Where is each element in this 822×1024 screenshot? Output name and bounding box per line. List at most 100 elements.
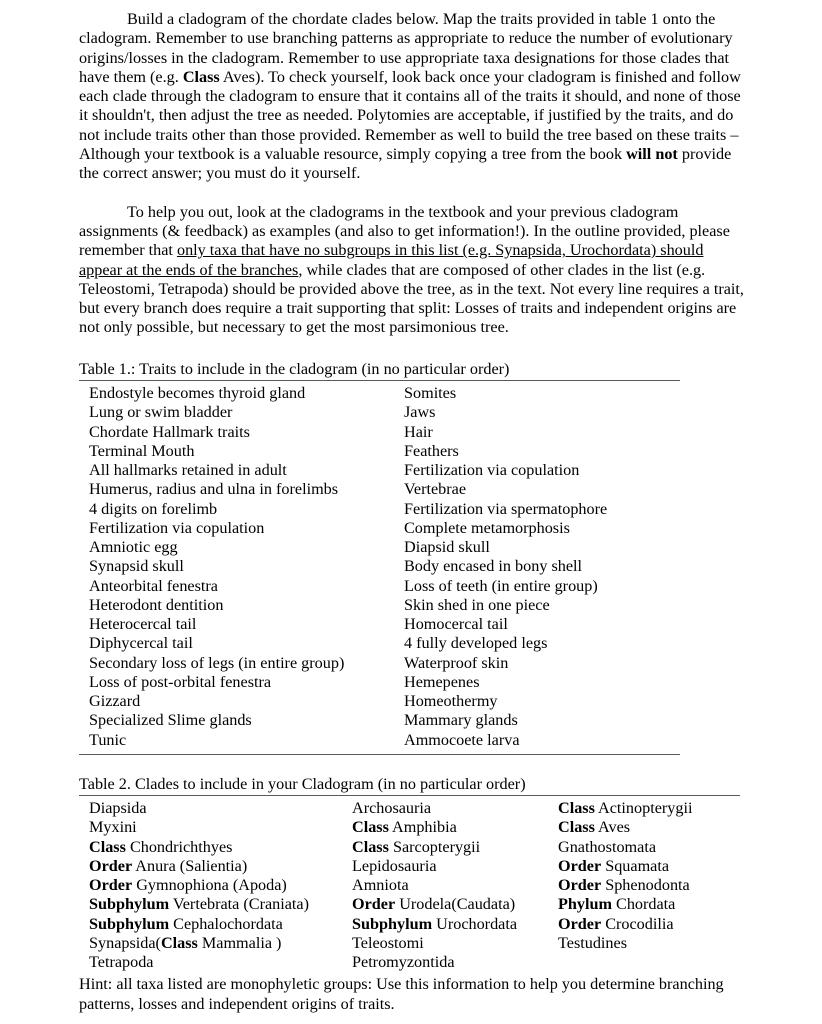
table-cell: Vertebrae (404, 480, 467, 499)
text-run: Sarcopterygii (388, 837, 481, 856)
table-cell: Feathers (404, 441, 459, 460)
table-cell: Homocercal tail (404, 615, 508, 634)
table-row: Amniotic egg Diapsid skull (79, 538, 750, 557)
table-cell: Homeothermy (404, 692, 498, 711)
table-row: Lung or swim bladder Jaws (79, 403, 750, 422)
text-run: Crocodilia (601, 914, 674, 933)
rank-prefix: Subphylum (89, 914, 170, 933)
table-cell: Ammocoete larva (404, 730, 520, 749)
table-row: Humerus, radius and ulna in forelimbs Ver… (79, 480, 750, 499)
table-cell: Petromyzontida (352, 953, 558, 972)
table-row: Order Gymnophiona (Apoda) Amniota Order Sp… (79, 876, 750, 895)
paragraph-help: To help you out, look at the cladograms … (79, 203, 750, 338)
table-cell: Tetrapoda (79, 953, 352, 972)
text-run: Diapsida (89, 799, 147, 818)
rank-prefix: Class (160, 933, 198, 952)
rank-prefix: Class (352, 837, 389, 856)
text-run: Aves (594, 818, 631, 837)
table-cell: Complete metamorphosis (404, 518, 570, 537)
table-cell: Subphylum Vertebrata (Craniata) (79, 895, 352, 914)
rank-prefix: will not (626, 145, 678, 164)
text-run: Lepidosauria (352, 856, 437, 875)
table-cell: Class Sarcopterygii (352, 838, 558, 857)
table-cell: Fertilization via copulation (404, 461, 580, 480)
table-cell: Specialized Slime glands (89, 711, 252, 730)
text-run: Vertebrata (Craniata) (169, 895, 310, 914)
table-cell: Anteorbital fenestra (89, 576, 218, 595)
table-cell: Amniotic egg (89, 538, 178, 557)
table-cell: Testudines (558, 934, 748, 953)
table-2-block: Table 2. Clades to include in your Clado… (79, 775, 750, 973)
table-cell: Hemepenes (404, 672, 480, 691)
table-cell: Synapsid skull (89, 557, 184, 576)
rank-prefix: Class (558, 799, 595, 818)
text-run: Amphibia (388, 818, 457, 837)
table-cell: Class Chondrichthyes (79, 838, 352, 857)
table-cell: Amniota (352, 876, 558, 895)
table-cell: Myxini (79, 818, 352, 837)
text-run: Myxini (89, 818, 137, 837)
table-row: Synapsid skull Body encased in bony shell (79, 557, 750, 576)
table-cell: Endostyle becomes thyroid gland (89, 384, 306, 403)
text-run: Amniota (352, 876, 409, 895)
table-row: Terminal Mouth Feathers (79, 442, 750, 461)
rank-prefix: Order (89, 856, 133, 875)
table-2-caption: Table 2. Clades to include in your Clado… (79, 774, 526, 793)
rank-prefix: Subphylum (89, 895, 170, 914)
text-run: Chordata (611, 895, 676, 914)
table-row: Diphycercal tail 4 fully developed legs (79, 634, 750, 653)
text-run: Petromyzontida (352, 953, 455, 972)
table-cell: Hair (404, 422, 433, 441)
table-cell: Loss of post-orbital fenestra (89, 672, 272, 691)
table-row: Synapsida(Class Mammalia ) Teleostomi Test… (79, 934, 750, 953)
rank-prefix: Phylum (558, 895, 612, 914)
table-row: Class Chondrichthyes Class Sarcopterygii G… (79, 838, 750, 857)
table-cell: Secondary loss of legs (in entire group) (89, 653, 345, 672)
hint-text: Hint: all taxa listed are monophyletic g… (79, 975, 724, 1013)
table-cell: Diphycercal tail (89, 634, 193, 653)
table-cell: Heterocercal tail (89, 615, 197, 634)
table-cell: 4 digits on forelimb (89, 499, 218, 518)
table-1-grid: Endostyle becomes thyroid gland Somites Lu… (79, 381, 750, 750)
table-cell: Jaws (404, 403, 436, 422)
text-run: Urochordata (432, 914, 518, 933)
table-cell: Class Amphibia (352, 818, 558, 837)
table-cell: Subphylum Cephalochordata (79, 915, 352, 934)
table-cell: All hallmarks retained in adult (89, 461, 287, 480)
table-row: Specialized Slime glands Mammary glands (79, 711, 750, 730)
table-cell: Class Aves (558, 818, 748, 837)
table-cell: Phylum Chordata (558, 895, 748, 914)
table-row: Tetrapoda Petromyzontida (79, 953, 750, 972)
text-run: Synapsida( (89, 933, 161, 952)
rank-prefix: Class (182, 67, 220, 86)
rank-prefix: Subphylum (352, 914, 433, 933)
table-cell: Synapsida(Class Mammalia ) (79, 934, 352, 953)
table-cell: Heterodont dentition (89, 595, 224, 614)
table-row: 4 digits on forelimb Fertilization via sp… (79, 500, 750, 519)
table-cell: Lung or swim bladder (89, 403, 233, 422)
rank-prefix: Order (558, 876, 602, 895)
table-cell: Terminal Mouth (89, 441, 195, 460)
table-cell: Teleostomi (352, 934, 558, 953)
text-run: Gymnophiona (Apoda) (132, 876, 287, 895)
table-cell: Archosauria (352, 799, 558, 818)
table-cell: Order Gymnophiona (Apoda) (79, 876, 352, 895)
table-row: Heterodont dentition Skin shed in one pie… (79, 596, 750, 615)
table-cell: Subphylum Urochordata (352, 915, 558, 934)
table-cell: Fertilization via spermatophore (404, 499, 608, 518)
table-cell: Order Crocodilia (558, 915, 748, 934)
table-cell: Class Actinopterygii (558, 799, 748, 818)
rank-prefix: Class (352, 818, 389, 837)
text-run: Tetrapoda (89, 953, 154, 972)
table-cell: Order Sphenodonta (558, 876, 748, 895)
table-cell: Gnathostomata (558, 838, 748, 857)
text-run: Anura (Salientia) (132, 856, 248, 875)
table-cell: Gizzard (89, 692, 141, 711)
table-cell: Humerus, radius and ulna in forelimbs (89, 480, 339, 499)
table-cell: Diapsida (79, 799, 352, 818)
table-row: Anteorbital fenestra Loss of teeth (in en… (79, 577, 750, 596)
table-cell: Body encased in bony shell (404, 557, 583, 576)
table-cell: Order Anura (Salientia) (79, 857, 352, 876)
text-run: Archosauria (352, 799, 432, 818)
text-run: Actinopterygii (594, 799, 693, 818)
